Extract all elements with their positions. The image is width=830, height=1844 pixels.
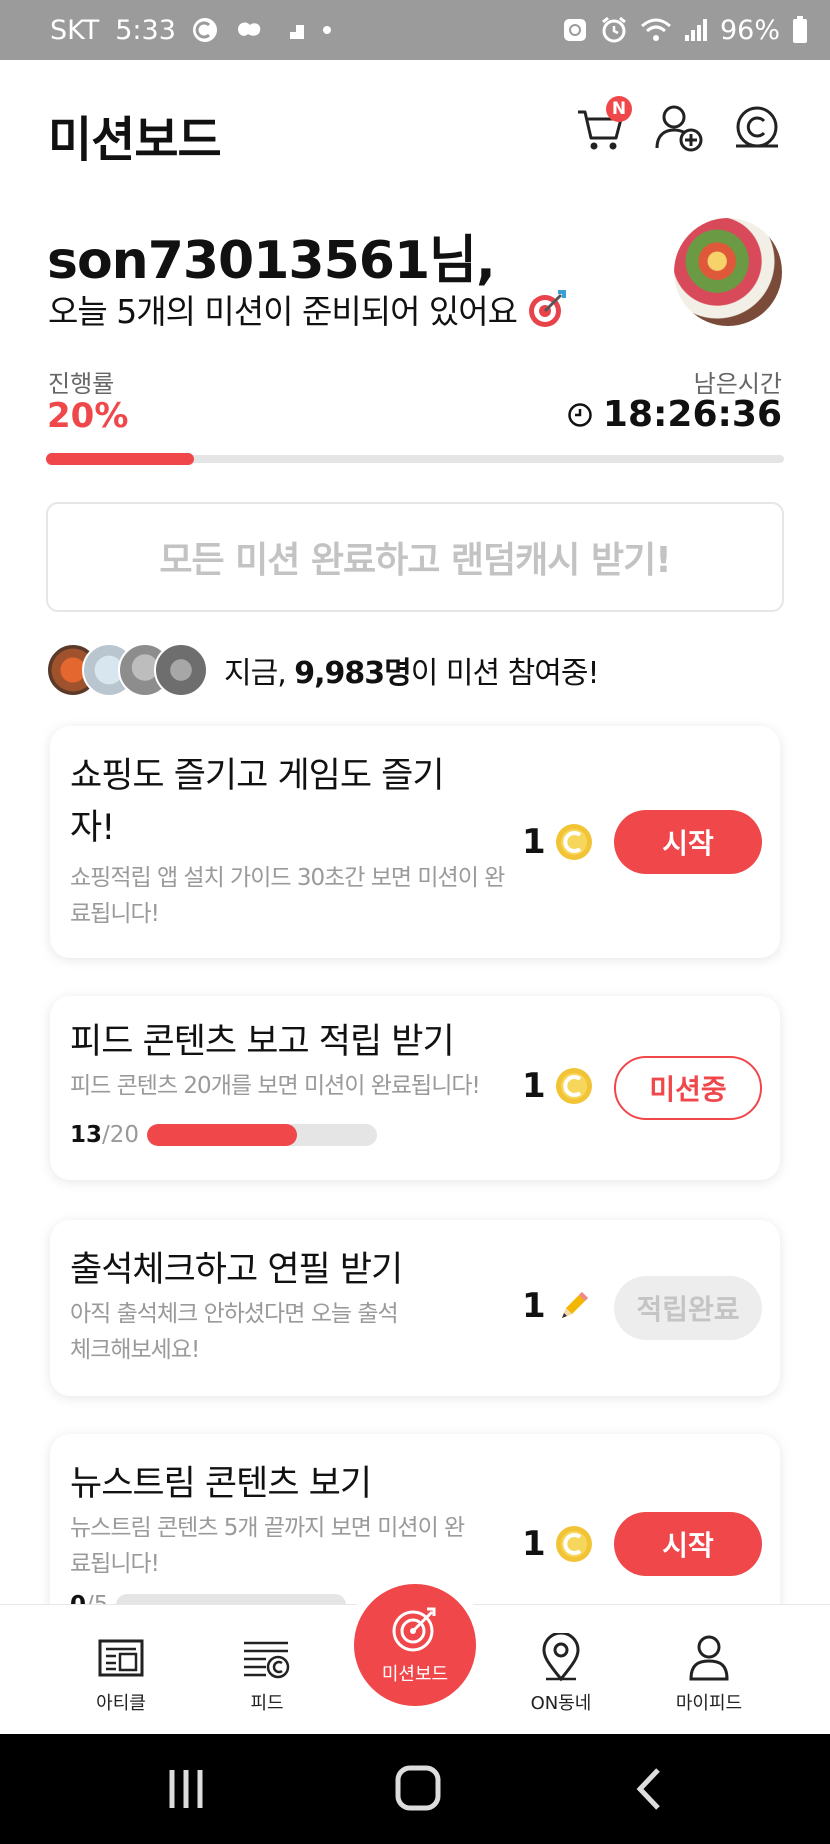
mission-description: 피드 콘텐츠 20개를 보면 미션이 완료됩니다!	[70, 1073, 481, 1099]
feed-icon	[244, 1641, 290, 1679]
nav-article-label: 아티클	[96, 1693, 146, 1714]
mission-description: 아직 출석체크 안하셨다면 오늘 출석체크해보세요!	[70, 1301, 399, 1363]
battery-text: 96%	[719, 14, 780, 46]
add-friend-button[interactable]	[654, 102, 710, 158]
target-nav-icon	[392, 1607, 436, 1652]
steps-notification-icon	[281, 25, 304, 39]
new-badge: N	[606, 96, 632, 122]
mission-title: 피드 콘텐츠 보고 적립 받기	[70, 1022, 455, 1062]
status-bar: SKT 5:33 96%	[0, 0, 830, 60]
mission-title: 출석체크하고 연필 받기	[70, 1250, 403, 1290]
wifi-icon	[641, 18, 671, 41]
mission-card[interactable]: 쇼핑도 즐기고 게임도 즐기자! 쇼핑적립 앱 설치 가이드 30초간 보면 미…	[50, 726, 780, 958]
cash-notification-icon	[192, 18, 217, 42]
nav-feed-label: 피드	[250, 1693, 284, 1714]
system-navigation-bar	[0, 1734, 830, 1844]
mission-description: 쇼핑적립 앱 설치 가이드 30초간 보면 미션이 완료됩니다!	[70, 865, 505, 927]
progress-bar-fill	[46, 453, 194, 465]
more-notifications-icon	[322, 26, 331, 34]
nav-mission-board[interactable]: 미션보드	[354, 1584, 476, 1706]
mission-in-progress-button[interactable]: 미션중	[614, 1056, 762, 1120]
mission-progress-bar	[147, 1124, 378, 1146]
participant-avatar	[154, 643, 208, 697]
participants-row: 지금, 9,983명이 미션 참여중!	[46, 642, 600, 698]
reward-amount: 1	[522, 1286, 546, 1326]
cloud-notification-icon	[237, 22, 261, 36]
carrier-text: SKT	[50, 14, 100, 46]
mission-progress-fill	[147, 1124, 297, 1146]
mission-reward: 1	[522, 1286, 594, 1326]
mission-reward: 1	[522, 822, 594, 862]
person-icon	[689, 1635, 729, 1681]
remaining-time: 18:26:36	[567, 394, 782, 435]
clock-text: 5:33	[115, 14, 176, 46]
mission-description: 뉴스트림 콘텐츠 5개 끝까지 보면 미션이 완료됩니다!	[70, 1515, 465, 1577]
participants-prefix: 지금,	[224, 656, 295, 691]
recent-apps-icon[interactable]	[156, 1764, 216, 1814]
page-title: 미션보드	[48, 112, 222, 168]
add-user-icon	[655, 105, 703, 152]
battery-icon	[793, 16, 807, 43]
cash-icon	[736, 106, 778, 148]
reward-amount: 1	[522, 1524, 546, 1564]
article-icon	[98, 1639, 144, 1677]
mission-start-button[interactable]: 시작	[614, 1512, 762, 1576]
mission-title: 뉴스트림 콘텐츠 보기	[70, 1464, 372, 1504]
mission-card[interactable]: 피드 콘텐츠 보고 적립 받기 피드 콘텐츠 20개를 보면 미션이 완료됩니다…	[50, 996, 780, 1180]
coin-icon	[555, 1068, 592, 1104]
cart-button[interactable]: N	[576, 96, 632, 158]
participants-text: 지금, 9,983명이 미션 참여중!	[224, 648, 600, 692]
mission-completed-button[interactable]: 적립완료	[614, 1276, 762, 1340]
count-done: 13	[70, 1122, 103, 1148]
participants-suffix: 이 미션 참여중!	[410, 656, 600, 691]
greeting-message: 오늘 5개의 미션이 준비되어 있어요	[48, 285, 567, 333]
nav-my-feed-label: 마이피드	[675, 1693, 743, 1714]
mission-reward: 1	[522, 1066, 594, 1106]
coin-icon	[555, 824, 592, 860]
mission-title: 쇼핑도 즐기고 게임도 즐기자!	[70, 756, 445, 848]
greeting-name: son73013561님,	[47, 231, 496, 291]
nav-my-feed[interactable]: 마이피드	[644, 1605, 774, 1735]
nav-feed[interactable]: 피드	[202, 1605, 332, 1735]
coin-icon	[555, 1526, 592, 1562]
reward-amount: 1	[522, 822, 546, 862]
mission-start-button[interactable]: 시작	[614, 810, 762, 874]
profile-avatar[interactable]	[674, 218, 782, 326]
cash-button[interactable]	[734, 102, 790, 158]
app-header: 미션보드 N	[0, 60, 830, 200]
back-icon[interactable]	[620, 1764, 680, 1814]
participants-count: 9,983명	[294, 656, 411, 691]
alarm-icon	[602, 16, 626, 43]
target-icon	[528, 290, 566, 327]
recycle-icon	[563, 19, 586, 41]
pencil-icon	[561, 1292, 588, 1318]
screen: SKT 5:33 96% 미션보드 N son73013561님, 오늘 5개의…	[0, 0, 830, 1844]
progress-bar	[46, 453, 784, 465]
greeting-message-text: 오늘 5개의 미션이 준비되어 있어요	[48, 292, 518, 331]
clock-icon	[568, 402, 592, 427]
nav-mission-board-label: 미션보드	[381, 1664, 449, 1685]
nav-neighborhood[interactable]: ON동네	[496, 1605, 626, 1735]
all-missions-bonus-button[interactable]: 모든 미션 완료하고 랜덤캐시 받기!	[46, 502, 784, 612]
remaining-time-value: 18:26:36	[602, 394, 782, 435]
count-total: /20	[102, 1122, 140, 1148]
progress-value: 20%	[47, 396, 129, 436]
home-icon[interactable]	[388, 1764, 448, 1814]
mission-card[interactable]: 출석체크하고 연필 받기 아직 출석체크 안하셨다면 오늘 출석체크해보세요! …	[50, 1220, 780, 1396]
mission-reward: 1	[522, 1524, 594, 1564]
progress-label: 진행률	[48, 370, 115, 398]
mission-count: 13/20	[70, 1122, 378, 1148]
reward-amount: 1	[522, 1066, 546, 1106]
nav-article[interactable]: 아티클	[56, 1605, 186, 1735]
signal-icon	[684, 19, 707, 41]
nav-neighborhood-label: ON동네	[530, 1693, 592, 1714]
location-pin-icon	[542, 1633, 580, 1682]
